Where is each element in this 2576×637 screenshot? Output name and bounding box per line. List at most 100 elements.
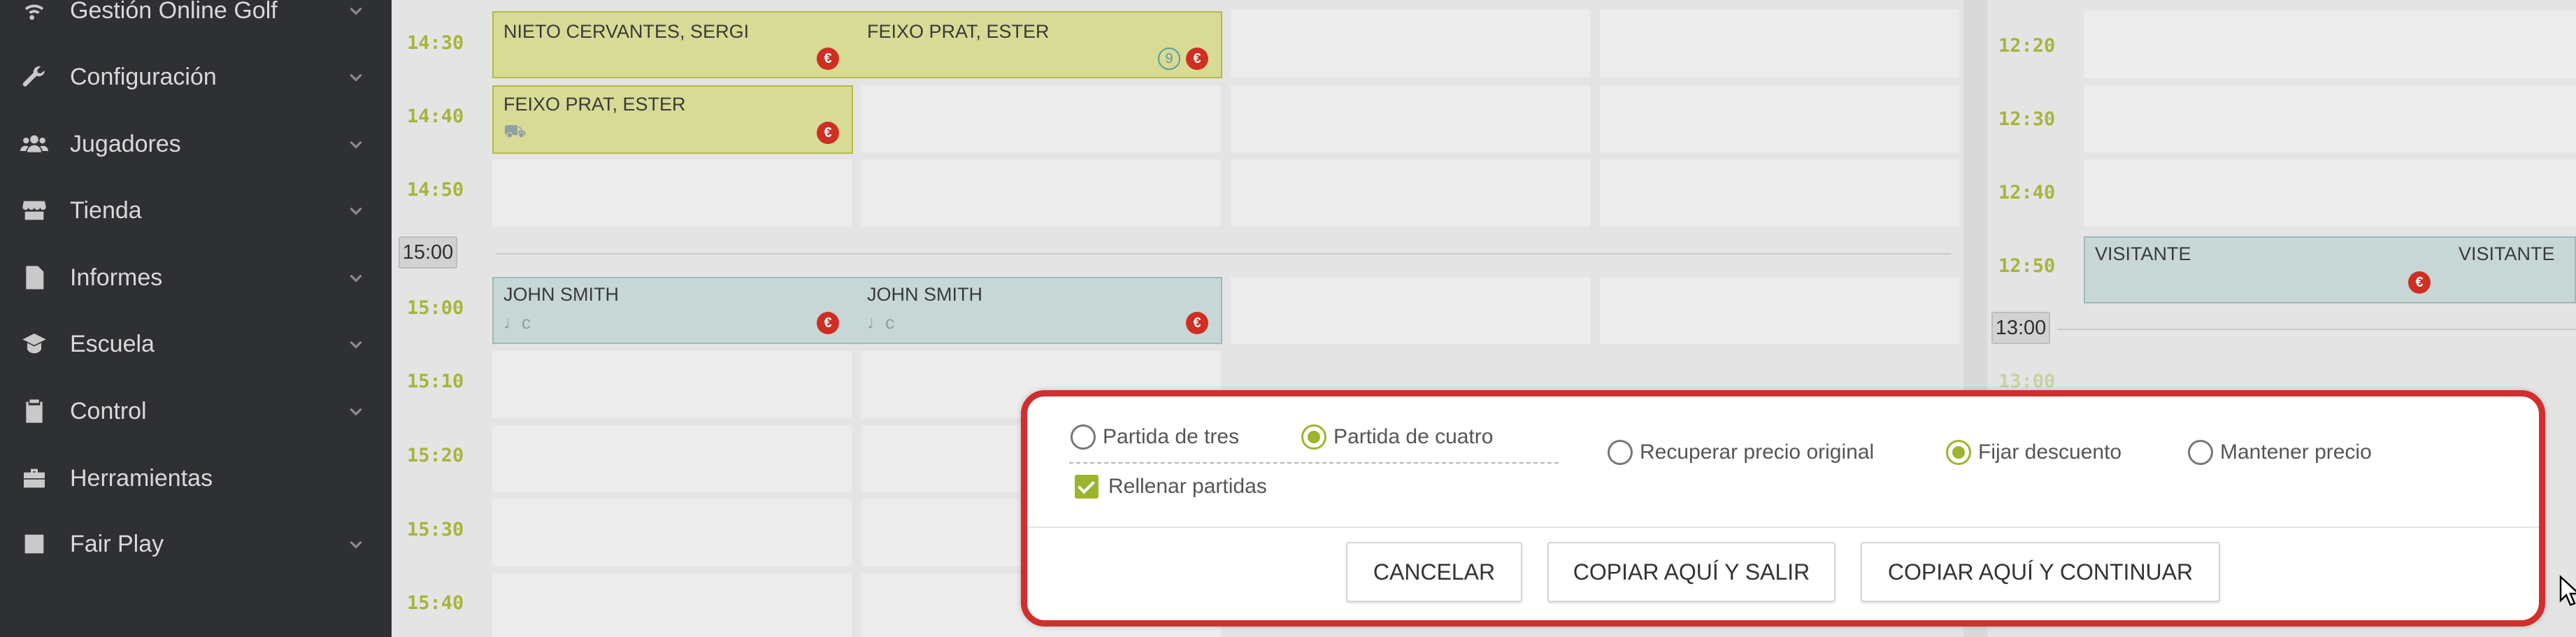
time-label: 15:30 [407, 519, 464, 541]
empty-slot[interactable] [2084, 159, 2576, 227]
empty-slot[interactable] [1600, 159, 1959, 227]
empty-slot[interactable] [492, 499, 852, 566]
chevron-down-icon [347, 335, 365, 353]
sidebar-item-tienda[interactable]: Tienda [0, 179, 392, 242]
checkbox-box [1075, 475, 1099, 499]
radio-partida-tres[interactable]: Partida de tres [1071, 424, 1239, 450]
dialog-separator [1027, 527, 2539, 528]
copy-dialog: Partida de tres Partida de cuatro Rellen… [1021, 390, 2545, 627]
time-label: 12:20 [1998, 35, 2056, 57]
empty-slot[interactable] [1600, 277, 1959, 344]
clipboard-icon [18, 395, 50, 427]
radio-circle [1071, 424, 1096, 450]
holes-badge: 9 [1158, 48, 1180, 70]
sidebar-item-escuela[interactable]: Escuela [0, 313, 392, 375]
player-name: VISITANTE [2095, 243, 2191, 264]
chevron-down-icon [347, 535, 365, 553]
radio-mantener-precio[interactable]: Mantener precio [2188, 440, 2372, 465]
sidebar-item-control[interactable]: Control [0, 380, 392, 443]
booking-block[interactable]: FEIXO PRAT, ESTER ⛟ € [492, 85, 853, 154]
empty-slot[interactable] [1231, 159, 1590, 227]
radio-label: Recuperar precio original [1640, 441, 1875, 464]
empty-slot[interactable] [2084, 11, 2576, 78]
time-label: 12:30 [1998, 108, 2056, 130]
booking-block[interactable]: JOHN SMITH ♩c € JOHN SMITH ♩c € [492, 277, 1222, 344]
empty-slot[interactable] [1231, 85, 1590, 152]
radio-partida-cuatro[interactable]: Partida de cuatro [1301, 424, 1493, 450]
time-label: 14:50 [407, 179, 464, 201]
radio-fijar-descuento[interactable]: Fijar descuento [1946, 440, 2121, 465]
empty-slot[interactable] [492, 351, 852, 418]
radio-circle [1946, 440, 1971, 465]
checkbox-label: Rellenar partidas [1108, 475, 1267, 498]
time-label: 12:40 [1998, 182, 2056, 203]
hour-divider [2057, 329, 2576, 330]
player-name: NIETO CERVANTES, SERGI [503, 21, 750, 42]
chevron-down-icon [347, 135, 365, 153]
empty-slot[interactable] [492, 573, 852, 637]
empty-slot[interactable] [492, 425, 852, 492]
player-type-icon: ♩c [503, 312, 531, 333]
dashed-divider [1069, 462, 1559, 464]
cancel-button[interactable]: CANCELAR [1346, 542, 1522, 602]
store-icon [18, 194, 50, 227]
toolbox-icon [18, 462, 50, 494]
time-label: 15:20 [407, 445, 464, 466]
cart-icon: ⛟ [503, 120, 527, 141]
chevron-down-icon [347, 68, 365, 86]
wrench-icon [18, 61, 50, 93]
chevron-down-icon [347, 402, 365, 420]
empty-slot[interactable] [1600, 85, 1959, 152]
euro-icon: € [817, 122, 839, 144]
booking-block[interactable]: VISITANTE € VISITANTE [2084, 236, 2576, 303]
time-label: 14:40 [407, 106, 464, 127]
sidebar-item-label: Configuración [70, 63, 217, 90]
checkbox-rellenar-partidas[interactable]: Rellenar partidas [1075, 475, 1267, 499]
empty-slot[interactable] [2084, 85, 2576, 152]
sidebar-item-jugadores[interactable]: Jugadores [0, 113, 392, 176]
sidebar-item-label: Escuela [70, 330, 155, 357]
wifi-icon [18, 0, 50, 27]
empty-slot[interactable] [861, 85, 1221, 152]
player-type-icon: ♩c [867, 312, 894, 333]
time-label: 15:10 [407, 371, 464, 392]
player-name: JOHN SMITH [503, 284, 619, 305]
sidebar-item-herramientas[interactable]: Herramientas [0, 447, 392, 510]
time-label: 15:00 [407, 297, 464, 319]
empty-slot[interactable] [1231, 10, 1590, 77]
sidebar-item-label: Control [70, 397, 147, 424]
empty-slot[interactable] [1600, 10, 1959, 77]
empty-slot[interactable] [1231, 277, 1590, 344]
euro-icon: € [817, 48, 839, 70]
sidebar-item-gestion-online-golf[interactable]: Gestión Online Golf [0, 0, 392, 42]
mouse-cursor-icon [2559, 575, 2576, 606]
booking-block[interactable]: NIETO CERVANTES, SERGI € FEIXO PRAT, EST… [492, 11, 1222, 78]
sidebar-item-label: Tienda [70, 196, 142, 224]
player-name: VISITANTE [2459, 243, 2555, 264]
sidebar: Gestión Online Golf Configuración Jugado… [0, 0, 392, 637]
radio-label: Partida de tres [1103, 425, 1240, 448]
sidebar-item-configuracion[interactable]: Configuración [0, 45, 392, 108]
sidebar-item-informes[interactable]: Informes [0, 246, 392, 309]
chevron-down-icon [347, 269, 365, 287]
time-label: 12:50 [1998, 255, 2056, 277]
empty-slot[interactable] [861, 159, 1221, 227]
chevron-down-icon [347, 1, 365, 20]
euro-icon: € [2408, 271, 2431, 294]
radio-label: Fijar descuento [1978, 441, 2122, 464]
sidebar-item-label: Jugadores [70, 130, 181, 157]
radio-circle [1608, 440, 1633, 465]
dice-icon [18, 528, 50, 560]
chevron-down-icon [347, 201, 365, 220]
time-label: 15:40 [407, 592, 464, 614]
radio-label: Mantener precio [2220, 441, 2372, 464]
copy-exit-button[interactable]: COPIAR AQUÍ Y SALIR [1547, 542, 1836, 602]
sidebar-item-label: Herramientas [70, 464, 213, 492]
hour-divider [496, 253, 1951, 255]
empty-slot[interactable] [492, 159, 852, 227]
sidebar-item-fair-play[interactable]: Fair Play [0, 513, 392, 575]
player-name: FEIXO PRAT, ESTER [867, 21, 1050, 42]
copy-continue-button[interactable]: COPIAR AQUÍ Y CONTINUAR [1861, 542, 2220, 602]
radio-recuperar-precio[interactable]: Recuperar precio original [1608, 440, 1874, 465]
time-badge: 13:00 [1991, 312, 2050, 344]
